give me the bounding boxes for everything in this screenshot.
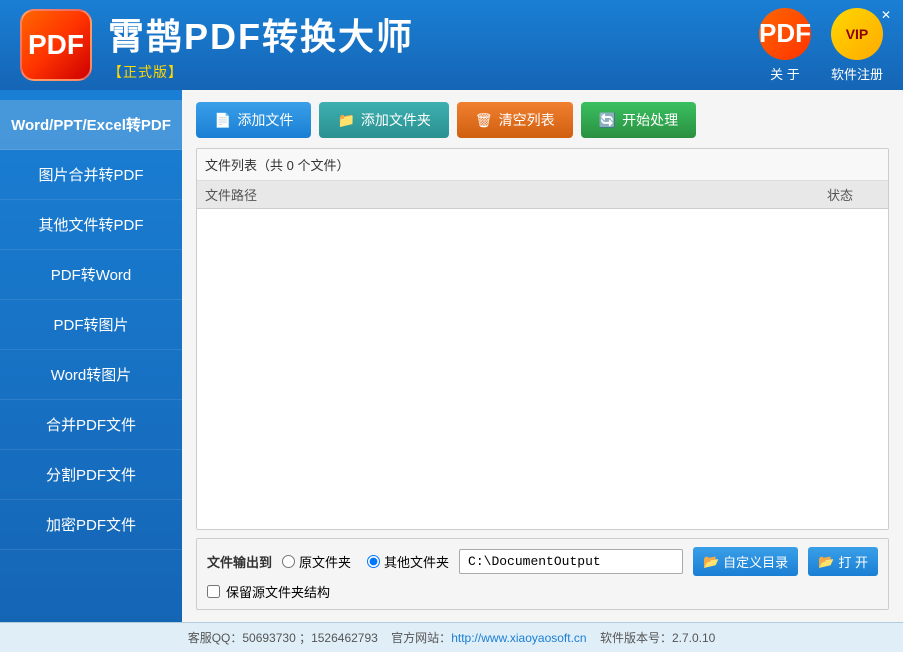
- app-title-block: 霄鹊PDF转换大师 【正式版】: [108, 8, 414, 82]
- output-section-label: 文件输出到: [207, 552, 272, 571]
- radio-original-label: 原文件夹: [299, 552, 351, 571]
- col-status: 状态: [800, 185, 880, 204]
- custom-dir-button[interactable]: 📂 自定义目录: [693, 547, 798, 576]
- open-dir-label: 打 开: [838, 552, 868, 571]
- sidebar-item-label-2: 其他文件转PDF: [38, 217, 143, 234]
- radio-other-input[interactable]: [367, 555, 380, 568]
- sidebar-item-other-to-pdf[interactable]: 其他文件转PDF: [0, 200, 182, 250]
- footer-website-label: 官方网站：: [391, 631, 451, 645]
- content-area: 📄 添加文件 📁 添加文件夹 🗑 清空列表 🔄 开始处理 文件列表（共 0 个文…: [182, 90, 903, 622]
- add-file-button[interactable]: 📄 添加文件: [196, 102, 311, 138]
- radio-group: 原文件夹 其他文件夹: [282, 552, 449, 571]
- file-list-header-text: 文件列表（共 0 个文件）: [205, 158, 349, 173]
- add-folder-button[interactable]: 📁 添加文件夹: [319, 102, 448, 138]
- col-path-label: 文件路径: [205, 188, 257, 203]
- output-section: 文件输出到 原文件夹 其他文件夹 📂 自定义目录: [196, 538, 889, 610]
- keep-structure-label: 保留源文件夹结构: [226, 582, 330, 601]
- app-name: 霄鹊PDF转换大师: [108, 8, 414, 60]
- start-process-icon: 🔄: [599, 112, 616, 129]
- sidebar-item-split-pdf[interactable]: 分割PDF文件: [0, 450, 182, 500]
- logo-text: PDF: [28, 29, 84, 61]
- add-file-label: 添加文件: [237, 110, 293, 130]
- radio-other-label: 其他文件夹: [384, 552, 449, 571]
- custom-dir-icon: 📂: [703, 554, 719, 570]
- about-label: 关 于: [770, 64, 800, 83]
- output-path-input[interactable]: [459, 549, 683, 574]
- open-dir-button[interactable]: 📂 打 开: [808, 547, 878, 576]
- title-bar: — ✕ PDF 霄鹊PDF转换大师 【正式版】 PDF 关 于 VIP 软件注册: [0, 0, 903, 90]
- app-version: 【正式版】: [108, 62, 414, 82]
- sidebar-item-pdf-to-image[interactable]: PDF转图片: [0, 300, 182, 350]
- clear-list-label: 清空列表: [499, 110, 555, 130]
- sidebar-item-label-6: 合并PDF文件: [46, 417, 136, 434]
- toolbar: 📄 添加文件 📁 添加文件夹 🗑 清空列表 🔄 开始处理: [196, 102, 889, 138]
- radio-original-folder[interactable]: 原文件夹: [282, 552, 351, 571]
- output-row: 文件输出到 原文件夹 其他文件夹 📂 自定义目录: [207, 547, 878, 576]
- radio-original-input[interactable]: [282, 555, 295, 568]
- footer-support: 客服QQ：50693730 ；1526462793: [188, 631, 378, 645]
- register-button[interactable]: VIP 软件注册: [831, 8, 883, 83]
- sidebar-item-label-7: 分割PDF文件: [46, 467, 136, 484]
- keep-structure-checkbox[interactable]: [207, 585, 220, 598]
- open-dir-icon: 📂: [818, 554, 834, 570]
- sidebar-item-label-8: 加密PDF文件: [46, 517, 136, 534]
- vip-badge-text: VIP: [846, 26, 869, 42]
- sidebar-item-word-to-image[interactable]: Word转图片: [0, 350, 182, 400]
- footer: 客服QQ：50693730 ；1526462793 官方网站：http://ww…: [0, 622, 903, 652]
- sidebar-item-label-5: Word转图片: [51, 367, 132, 384]
- sidebar-item-merge-pdf[interactable]: 合并PDF文件: [0, 400, 182, 450]
- sidebar-item-encrypt-pdf[interactable]: 加密PDF文件: [0, 500, 182, 550]
- sidebar: Word/PPT/Excel转PDF 图片合并转PDF 其他文件转PDF PDF…: [0, 90, 182, 622]
- add-folder-label: 添加文件夹: [361, 110, 431, 130]
- add-file-icon: 📄: [214, 112, 231, 129]
- sidebar-item-label-4: PDF转图片: [53, 317, 128, 334]
- app-logo: PDF: [20, 9, 92, 81]
- start-process-button[interactable]: 🔄 开始处理: [581, 102, 696, 138]
- sidebar-item-label-3: PDF转Word: [51, 267, 132, 284]
- clear-list-icon: 🗑: [475, 112, 493, 129]
- main-layout: Word/PPT/Excel转PDF 图片合并转PDF 其他文件转PDF PDF…: [0, 90, 903, 622]
- custom-dir-label: 自定义目录: [723, 552, 788, 571]
- title-right-section: PDF 关 于 VIP 软件注册: [759, 8, 883, 83]
- about-button[interactable]: PDF 关 于: [759, 8, 811, 83]
- about-icon: PDF: [759, 8, 811, 60]
- file-list-header: 文件列表（共 0 个文件）: [197, 149, 888, 181]
- col-status-label: 状态: [827, 188, 853, 203]
- checkbox-row: 保留源文件夹结构: [207, 582, 878, 601]
- add-folder-icon: 📁: [337, 112, 354, 129]
- col-path: 文件路径: [205, 185, 800, 204]
- file-list-section: 文件列表（共 0 个文件） 文件路径 状态: [196, 148, 889, 530]
- footer-website-link[interactable]: http://www.xiaoyaosoft.cn: [451, 631, 586, 645]
- file-list-body: [197, 209, 888, 529]
- radio-other-folder[interactable]: 其他文件夹: [367, 552, 449, 571]
- vip-icon: VIP: [831, 8, 883, 60]
- register-label: 软件注册: [831, 64, 883, 83]
- file-list-table-header: 文件路径 状态: [197, 181, 888, 209]
- close-button[interactable]: ✕: [881, 8, 891, 22]
- start-process-label: 开始处理: [622, 110, 678, 130]
- footer-version: 软件版本号：2.7.0.10: [600, 631, 715, 645]
- sidebar-item-label-1: 图片合并转PDF: [38, 167, 143, 184]
- clear-list-button[interactable]: 🗑 清空列表: [457, 102, 573, 138]
- sidebar-item-pdf-to-word[interactable]: PDF转Word: [0, 250, 182, 300]
- sidebar-item-image-merge[interactable]: 图片合并转PDF: [0, 150, 182, 200]
- sidebar-item-word-ppt-excel[interactable]: Word/PPT/Excel转PDF: [0, 100, 182, 150]
- sidebar-item-label-0: Word/PPT/Excel转PDF: [11, 117, 171, 134]
